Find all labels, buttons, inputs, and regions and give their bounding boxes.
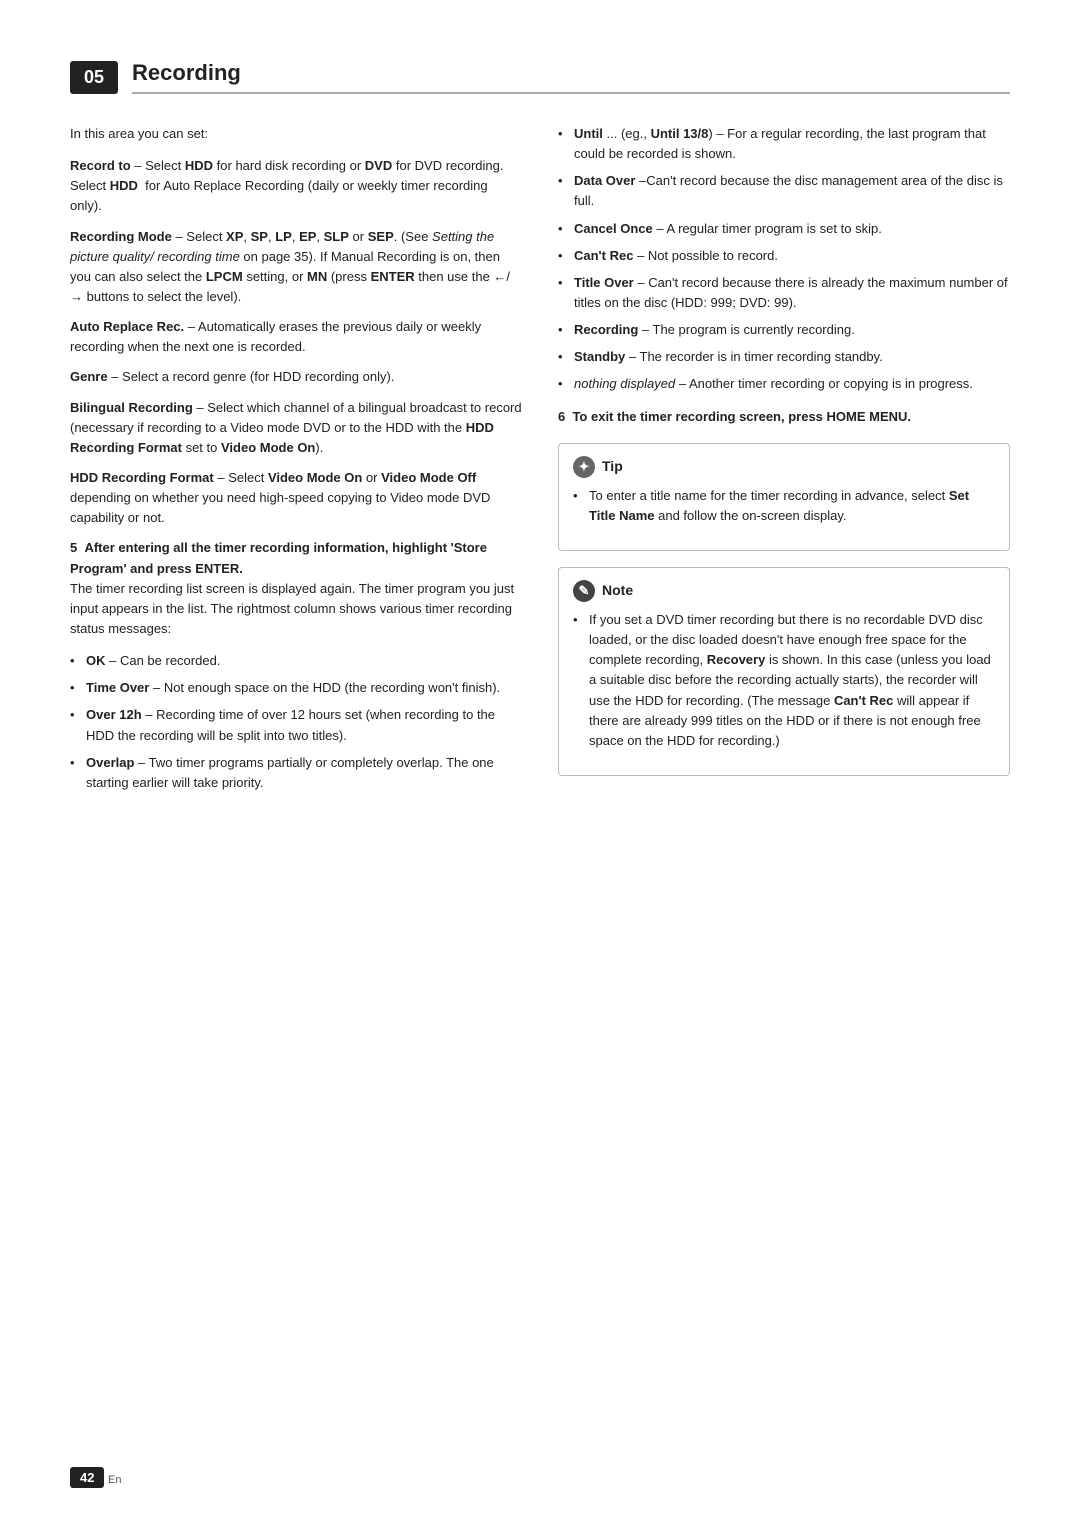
list-item: Can't Rec – Not possible to record. [558, 246, 1010, 266]
page: 05 Recording In this area you can set: R… [0, 0, 1080, 1528]
list-item: To enter a title name for the timer reco… [573, 486, 995, 526]
dvd-label: DVD [365, 158, 392, 173]
list-item: nothing displayed – Another timer record… [558, 374, 1010, 394]
video-mode-on-label: Video Mode On [221, 440, 315, 455]
until-example-label: Until 13/8 [651, 126, 709, 141]
note-icon: ✎ [573, 580, 595, 602]
note-header: ✎ Note [573, 580, 995, 602]
over-12h-label: Over 12h [86, 707, 142, 722]
recording-label: Recording [574, 322, 638, 337]
slp-label: SLP [324, 229, 349, 244]
hdd-format-section: HDD Recording Format – Select Video Mode… [70, 468, 522, 528]
data-over-label: Data Over [574, 173, 635, 188]
ok-label: OK [86, 653, 106, 668]
overlap-label: Overlap [86, 755, 134, 770]
left-column: In this area you can set: Record to – Se… [70, 124, 522, 805]
intro-text: In this area you can set: [70, 124, 522, 144]
genre-section: Genre – Select a record genre (for HDD r… [70, 367, 522, 387]
standby-label: Standby [574, 349, 625, 364]
chapter-title: Recording [132, 60, 1010, 94]
genre-label: Genre [70, 369, 108, 384]
set-title-name-label: Set Title Name [589, 488, 969, 523]
chapter-number: 05 [70, 61, 118, 94]
enter-label: ENTER [371, 269, 415, 284]
hdd-label2: HDD [110, 178, 138, 193]
list-item: Data Over –Can't record because the disc… [558, 171, 1010, 211]
step-6-number: 6 To exit the timer recording screen, pr… [558, 409, 911, 424]
list-item: Time Over – Not enough space on the HDD … [70, 678, 522, 698]
recording-mode-label: Recording Mode [70, 229, 172, 244]
right-status-list: Until ... (eg., Until 13/8) – For a regu… [558, 124, 1010, 395]
note-title: Note [602, 580, 633, 602]
page-number: 42 [70, 1467, 104, 1488]
recording-mode-section: Recording Mode – Select XP, SP, LP, EP, … [70, 227, 522, 308]
list-item: Overlap – Two timer programs partially o… [70, 753, 522, 793]
title-over-label: Title Over [574, 275, 634, 290]
time-over-label: Time Over [86, 680, 149, 695]
cant-rec-label2: Can't Rec [834, 693, 893, 708]
list-item: Over 12h – Recording time of over 12 hou… [70, 705, 522, 745]
sp-label: SP [251, 229, 268, 244]
list-item: Standby – The recorder is in timer recor… [558, 347, 1010, 367]
step-6: 6 To exit the timer recording screen, pr… [558, 407, 1010, 427]
bilingual-label: Bilingual Recording [70, 400, 193, 415]
status-messages-list: OK – Can be recorded. Time Over – Not en… [70, 651, 522, 793]
list-item: Recording – The program is currently rec… [558, 320, 1010, 340]
tip-header: ✦ Tip [573, 456, 995, 478]
note-list: If you set a DVD timer recording but the… [573, 610, 995, 751]
list-item: Until ... (eg., Until 13/8) – For a regu… [558, 124, 1010, 164]
mn-label: MN [307, 269, 327, 284]
tip-icon: ✦ [573, 456, 595, 478]
sep-label: SEP [368, 229, 394, 244]
page-lang: En [108, 1474, 121, 1486]
list-item: OK – Can be recorded. [70, 651, 522, 671]
cant-rec-label: Can't Rec [574, 248, 633, 263]
record-to-section: Record to – Select HDD for hard disk rec… [70, 156, 522, 216]
tip-title: Tip [602, 456, 623, 478]
nothing-displayed-label: nothing displayed [574, 376, 675, 391]
auto-replace-section: Auto Replace Rec. – Automatically erases… [70, 317, 522, 357]
tip-box: ✦ Tip To enter a title name for the time… [558, 443, 1010, 551]
hdd-format-label: HDD Recording Format [70, 470, 214, 485]
tip-list: To enter a title name for the timer reco… [573, 486, 995, 526]
auto-replace-label: Auto Replace Rec. [70, 319, 184, 334]
record-to-label: Record to [70, 158, 131, 173]
video-mode-on-label2: Video Mode On [268, 470, 362, 485]
list-item: Cancel Once – A regular timer program is… [558, 219, 1010, 239]
video-mode-off-label: Video Mode Off [381, 470, 476, 485]
lp-label: LP [275, 229, 292, 244]
content-area: In this area you can set: Record to – Se… [70, 124, 1010, 805]
recovery-label: Recovery [707, 652, 766, 667]
cancel-once-label: Cancel Once [574, 221, 653, 236]
step-5: 5 After entering all the timer recording… [70, 538, 522, 639]
ep-label: EP [299, 229, 316, 244]
note-box: ✎ Note If you set a DVD timer recording … [558, 567, 1010, 776]
until-label: Until [574, 126, 603, 141]
lpcm-label: LPCM [206, 269, 243, 284]
list-item: If you set a DVD timer recording but the… [573, 610, 995, 751]
step-5-number: 5 After entering all the timer recording… [70, 540, 487, 575]
step-5-body: The timer recording list screen is displ… [70, 579, 522, 639]
hdd-label: HDD [185, 158, 213, 173]
list-item: Title Over – Can't record because there … [558, 273, 1010, 313]
xp-label: XP [226, 229, 243, 244]
right-column: Until ... (eg., Until 13/8) – For a regu… [558, 124, 1010, 805]
page-header: 05 Recording [70, 60, 1010, 94]
bilingual-section: Bilingual Recording – Select which chann… [70, 398, 522, 458]
